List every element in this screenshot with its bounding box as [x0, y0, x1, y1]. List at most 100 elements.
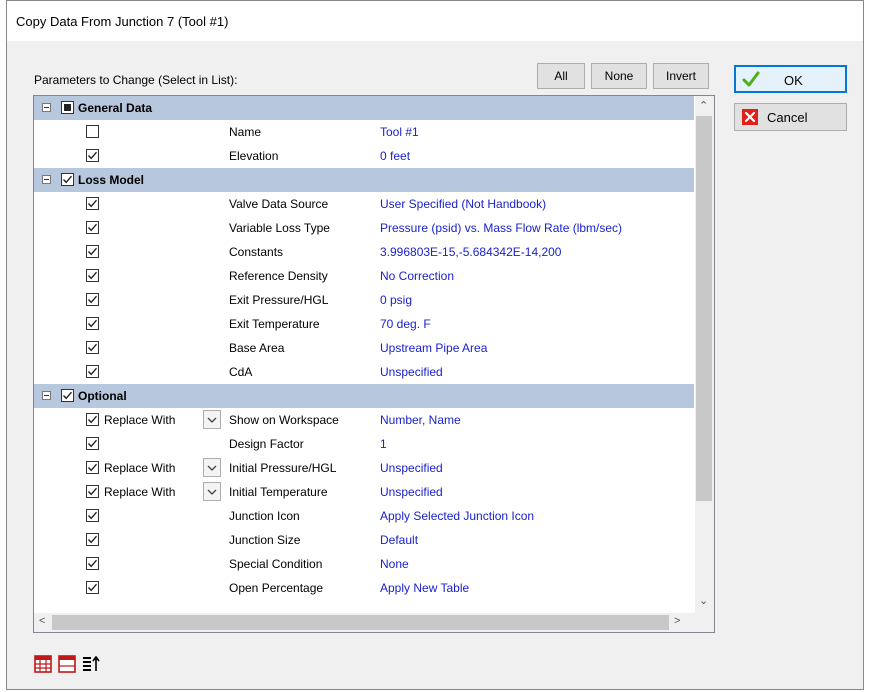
parameter-row[interactable]: Base Area Upstream Pipe Area: [34, 336, 694, 360]
close-x-icon: [742, 109, 758, 125]
parameter-value[interactable]: Unspecified: [380, 365, 443, 379]
parameter-value[interactable]: Tool #1: [380, 125, 419, 139]
invert-selection-button[interactable]: Invert: [653, 63, 709, 89]
parameter-value[interactable]: User Specified (Not Handbook): [380, 197, 546, 211]
parameter-name: Initial Pressure/HGL: [229, 461, 337, 475]
collapse-toggle-icon[interactable]: [42, 175, 51, 184]
window-title: Copy Data From Junction 7 (Tool #1): [16, 14, 229, 29]
category-checkbox[interactable]: [61, 389, 74, 402]
parameter-checkbox[interactable]: [86, 269, 99, 282]
parameter-row[interactable]: Junction Size Default: [34, 528, 694, 552]
parameter-value[interactable]: 0 feet: [380, 149, 410, 163]
parameter-row[interactable]: Replace With Show on Workspace Number, Nam…: [34, 408, 694, 432]
parameter-name: Elevation: [229, 149, 279, 163]
parameter-value[interactable]: Default: [380, 533, 418, 547]
table-grid-icon[interactable]: [33, 654, 53, 674]
parameter-row[interactable]: Design Factor 1: [34, 432, 694, 456]
replace-dropdown[interactable]: [203, 458, 221, 477]
copy-data-dialog: Copy Data From Junction 7 (Tool #1) Para…: [6, 0, 864, 690]
vertical-scroll-thumb[interactable]: [696, 116, 712, 501]
scroll-down-arrow-icon[interactable]: ⌄: [699, 594, 708, 607]
replace-dropdown[interactable]: [203, 410, 221, 429]
category-row[interactable]: General Data: [34, 96, 694, 120]
scroll-left-arrow-icon[interactable]: <: [39, 615, 45, 627]
parameter-name: Junction Icon: [229, 509, 300, 523]
select-none-button[interactable]: None: [591, 63, 647, 89]
parameter-checkbox[interactable]: [86, 461, 99, 474]
parameter-name: Variable Loss Type: [229, 221, 330, 235]
parameter-row[interactable]: Special Condition None: [34, 552, 694, 576]
checkmark-icon: [742, 71, 760, 87]
ok-button[interactable]: OK: [734, 65, 847, 93]
parameter-value[interactable]: Apply Selected Junction Icon: [380, 509, 534, 523]
horizontal-scroll-thumb[interactable]: [52, 615, 669, 630]
parameter-value[interactable]: Apply New Table: [380, 581, 469, 595]
horizontal-scrollbar[interactable]: < >: [34, 613, 714, 632]
select-all-button[interactable]: All: [537, 63, 585, 89]
parameter-value[interactable]: 70 deg. F: [380, 317, 431, 331]
collapse-toggle-icon[interactable]: [42, 103, 51, 112]
parameter-row[interactable]: Valve Data Source User Specified (Not Han…: [34, 192, 694, 216]
category-row[interactable]: Optional: [34, 384, 694, 408]
parameter-checkbox[interactable]: [86, 317, 99, 330]
parameter-checkbox[interactable]: [86, 437, 99, 450]
parameter-checkbox[interactable]: [86, 125, 99, 138]
parameters-label: Parameters to Change (Select in List):: [34, 73, 238, 87]
parameter-row[interactable]: Replace With Initial Pressure/HGL Unspecif…: [34, 456, 694, 480]
parameter-checkbox[interactable]: [86, 557, 99, 570]
parameter-checkbox[interactable]: [86, 581, 99, 594]
chevron-down-icon: [207, 489, 217, 495]
parameter-value[interactable]: 0 psig: [380, 293, 412, 307]
collapse-toggle-icon[interactable]: [42, 391, 51, 400]
parameter-row[interactable]: Junction Icon Apply Selected Junction Ico…: [34, 504, 694, 528]
parameter-value[interactable]: 3.996803E-15,-5.684342E-14,200: [380, 245, 561, 259]
parameter-value[interactable]: Upstream Pipe Area: [380, 341, 487, 355]
parameter-row[interactable]: Replace With Initial Temperature Unspecifi…: [34, 480, 694, 504]
parameter-checkbox[interactable]: [86, 293, 99, 306]
parameter-row[interactable]: CdA Unspecified: [34, 360, 694, 384]
parameter-row[interactable]: Exit Temperature 70 deg. F: [34, 312, 694, 336]
parameter-checkbox[interactable]: [86, 245, 99, 258]
parameter-value[interactable]: No Correction: [380, 269, 454, 283]
parameter-row[interactable]: Name Tool #1: [34, 120, 694, 144]
parameter-row[interactable]: Constants 3.996803E-15,-5.684342E-14,200: [34, 240, 694, 264]
parameter-value[interactable]: Number, Name: [380, 413, 461, 427]
parameter-name: Show on Workspace: [229, 413, 339, 427]
parameter-row[interactable]: Exit Pressure/HGL 0 psig: [34, 288, 694, 312]
replace-dropdown[interactable]: [203, 482, 221, 501]
scroll-up-arrow-icon[interactable]: ⌃: [699, 99, 708, 112]
sort-order-icon[interactable]: [81, 654, 101, 674]
parameter-checkbox[interactable]: [86, 509, 99, 522]
parameter-value[interactable]: Pressure (psid) vs. Mass Flow Rate (lbm/…: [380, 221, 622, 235]
parameter-name: Initial Temperature: [229, 485, 328, 499]
category-checkbox[interactable]: [61, 101, 74, 114]
parameter-checkbox[interactable]: [86, 365, 99, 378]
parameter-name: Special Condition: [229, 557, 323, 571]
parameter-checkbox[interactable]: [86, 413, 99, 426]
table-header-icon[interactable]: [57, 654, 77, 674]
parameter-checkbox[interactable]: [86, 533, 99, 546]
category-row[interactable]: Loss Model: [34, 168, 694, 192]
parameter-value[interactable]: Unspecified: [380, 461, 443, 475]
scroll-right-arrow-icon[interactable]: >: [674, 615, 680, 627]
parameters-grid: General Data Name Tool #1 Elevation 0 feet Lo…: [33, 95, 715, 633]
parameter-name: Design Factor: [229, 437, 304, 451]
parameter-value[interactable]: Unspecified: [380, 485, 443, 499]
vertical-scrollbar[interactable]: ⌃ ⌄: [695, 96, 714, 613]
parameter-row[interactable]: Reference Density No Correction: [34, 264, 694, 288]
parameter-checkbox[interactable]: [86, 341, 99, 354]
parameter-checkbox[interactable]: [86, 221, 99, 234]
cancel-button[interactable]: Cancel: [734, 103, 847, 131]
parameter-value[interactable]: None: [380, 557, 409, 571]
parameter-checkbox[interactable]: [86, 485, 99, 498]
parameter-checkbox[interactable]: [86, 197, 99, 210]
parameter-value[interactable]: 1: [380, 437, 387, 451]
category-checkbox[interactable]: [61, 173, 74, 186]
parameter-row[interactable]: Variable Loss Type Pressure (psid) vs. Ma…: [34, 216, 694, 240]
parameter-checkbox[interactable]: [86, 149, 99, 162]
parameter-name: Valve Data Source: [229, 197, 329, 211]
parameter-name: Exit Temperature: [229, 317, 320, 331]
parameter-row[interactable]: Open Percentage Apply New Table: [34, 576, 694, 600]
parameter-row[interactable]: Elevation 0 feet: [34, 144, 694, 168]
parameter-name: CdA: [229, 365, 253, 379]
